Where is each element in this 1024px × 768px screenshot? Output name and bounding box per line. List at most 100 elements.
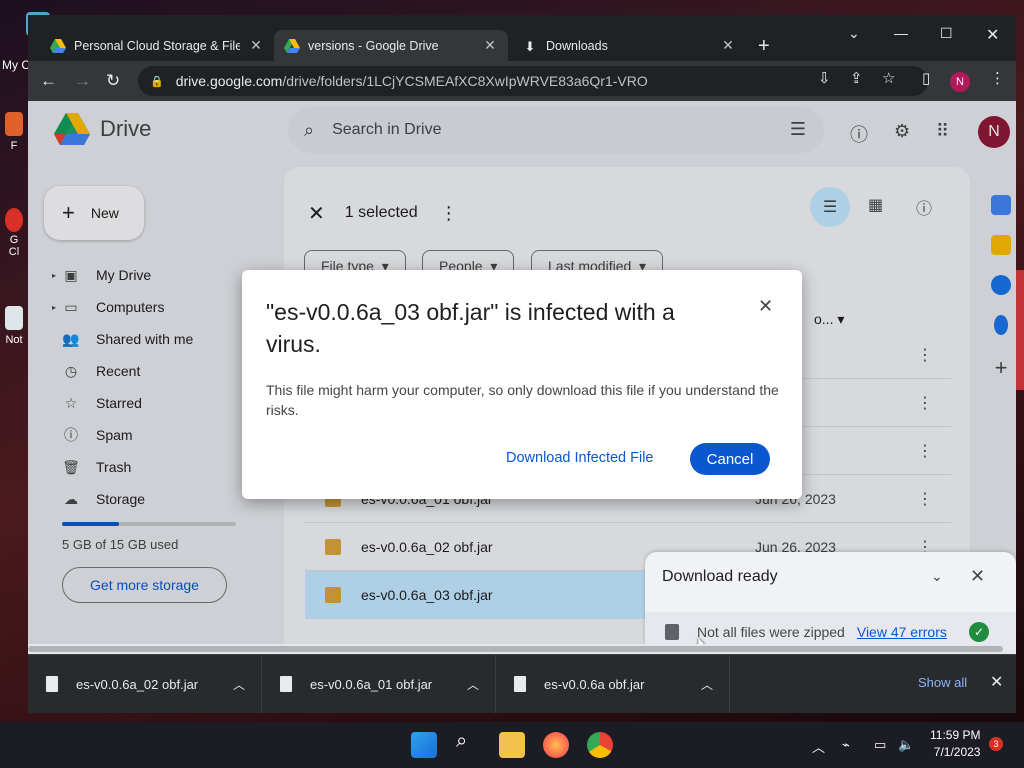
close-icon[interactable]: ✕ bbox=[970, 566, 985, 587]
minimize-button[interactable]: — bbox=[894, 25, 908, 41]
bookmark-star-icon[interactable]: ☆ bbox=[882, 69, 895, 87]
help-icon[interactable]: ⓘ bbox=[850, 121, 868, 147]
settings-gear-icon[interactable]: ⚙ bbox=[894, 121, 910, 142]
virus-warning-dialog: "es-v0.0.6a_03 obf.jar" is infected with… bbox=[242, 270, 802, 499]
tab-personal-cloud-storage[interactable]: Personal Cloud Storage & File Sh ✕ bbox=[40, 30, 274, 61]
search-options-icon[interactable]: ☰ bbox=[790, 119, 806, 140]
chrome-icon[interactable] bbox=[587, 732, 613, 758]
system-clock[interactable]: 11:59 PM 7/1/2023 bbox=[930, 727, 980, 761]
close-icon[interactable]: ✕ bbox=[248, 37, 264, 54]
tab-downloads[interactable]: ⬇ Downloads ✕ bbox=[512, 30, 746, 61]
storage-progress-fill bbox=[62, 522, 120, 526]
tab-versions-google-drive[interactable]: versions - Google Drive ✕ bbox=[274, 30, 508, 61]
download-item[interactable]: es-v0.0.6a_02 obf.jar ︿ bbox=[28, 655, 262, 713]
forward-button[interactable]: → bbox=[74, 71, 91, 91]
chevron-up-icon[interactable]: ︿ bbox=[467, 676, 479, 693]
add-addon-icon[interactable]: + bbox=[986, 355, 1016, 381]
search-icon[interactable]: ⌕ bbox=[456, 730, 482, 756]
scrollbar-thumb[interactable] bbox=[28, 646, 1003, 652]
file-explorer-icon[interactable] bbox=[499, 732, 525, 758]
calendar-icon[interactable] bbox=[991, 195, 1011, 215]
download-item[interactable]: es-v0.0.6a_01 obf.jar ︿ bbox=[262, 655, 496, 713]
plus-icon: + bbox=[62, 200, 75, 225]
account-avatar[interactable]: N bbox=[978, 116, 1010, 148]
sidebar-item-starred[interactable]: ☆ Starred bbox=[28, 387, 268, 419]
close-shelf-icon[interactable]: ✕ bbox=[990, 672, 1003, 692]
sidebar-item-computers[interactable]: ▸ ▭ Computers bbox=[28, 291, 268, 323]
close-icon[interactable]: ✕ bbox=[758, 296, 773, 317]
new-button[interactable]: + New bbox=[44, 186, 144, 240]
expand-arrow-icon[interactable]: ▸ bbox=[52, 303, 56, 312]
google-drive-favicon bbox=[284, 38, 300, 53]
close-window-button[interactable]: ✕ bbox=[986, 25, 999, 45]
sidebar-item-spam[interactable]: ⓘ Spam bbox=[28, 419, 268, 451]
keep-icon[interactable] bbox=[991, 235, 1011, 255]
file-icon bbox=[280, 676, 292, 692]
row-menu-icon[interactable]: ⋮ bbox=[917, 393, 933, 413]
drive-logo-text: Drive bbox=[100, 116, 152, 141]
sidebar-item-shared[interactable]: 👥 Shared with me bbox=[28, 323, 268, 355]
new-tab-button[interactable]: + bbox=[758, 35, 770, 58]
windows-start-icon[interactable] bbox=[411, 732, 437, 758]
chevron-up-icon[interactable]: ︿ bbox=[701, 676, 713, 693]
drive-logo[interactable]: Drive bbox=[54, 113, 151, 145]
column-header-modified[interactable]: o... ▾ bbox=[814, 311, 844, 328]
apps-grid-icon[interactable]: ⠿ bbox=[936, 121, 949, 142]
search-icon[interactable]: ⌕ bbox=[304, 120, 314, 141]
sidebar-item-recent[interactable]: ◷ Recent bbox=[28, 355, 268, 387]
desktop-icon-notepad[interactable]: Not bbox=[0, 306, 28, 346]
row-menu-icon[interactable]: ⋮ bbox=[917, 441, 933, 461]
sidebar-item-storage[interactable]: ☁ Storage bbox=[28, 483, 268, 515]
close-icon[interactable]: ✕ bbox=[720, 37, 736, 54]
grid-view-button[interactable]: ▦ bbox=[868, 195, 883, 215]
contacts-icon[interactable] bbox=[994, 315, 1008, 335]
shared-icon: 👥 bbox=[62, 330, 80, 347]
install-app-icon[interactable]: ⇩ bbox=[818, 69, 831, 87]
chevron-up-icon[interactable]: ︿ bbox=[233, 676, 245, 693]
row-menu-icon[interactable]: ⋮ bbox=[917, 489, 933, 509]
desktop-icon-app[interactable]: F bbox=[0, 112, 28, 152]
jar-file-icon bbox=[325, 587, 341, 603]
collapse-chevron-icon[interactable]: ⌄ bbox=[931, 568, 943, 585]
search-input[interactable]: ⌕ Search in Drive ☰ bbox=[288, 107, 824, 153]
more-actions-icon[interactable]: ⋮ bbox=[440, 203, 458, 224]
sidebar-item-trash[interactable]: 🗑 Trash bbox=[28, 451, 268, 483]
clear-selection-icon[interactable]: ✕ bbox=[308, 201, 325, 226]
lock-icon[interactable]: 🔒 bbox=[150, 75, 164, 88]
selection-bar: ✕ 1 selected ⋮ bbox=[304, 187, 950, 239]
maximize-button[interactable]: ☐ bbox=[940, 25, 953, 42]
my-drive-icon: ▣ bbox=[64, 266, 78, 283]
row-menu-icon[interactable]: ⋮ bbox=[917, 345, 933, 365]
tasks-icon[interactable] bbox=[991, 275, 1011, 295]
network-icon[interactable]: ⌁ bbox=[842, 737, 850, 753]
expand-arrow-icon[interactable]: ▸ bbox=[52, 271, 56, 280]
download-item[interactable]: es-v0.0.6a obf.jar ︿ bbox=[496, 655, 730, 713]
address-bar[interactable]: 🔒 drive.google.com /drive/folders/1LCjYC… bbox=[138, 66, 928, 96]
sidebar-item-my-drive[interactable]: ▸ ▣ My Drive bbox=[28, 259, 268, 291]
details-info-icon[interactable]: ⓘ bbox=[916, 195, 932, 219]
tab-search-chevron-icon[interactable]: ⌄ bbox=[848, 25, 860, 42]
show-all-button[interactable]: Show all bbox=[918, 675, 967, 690]
side-panel-icon[interactable]: ▯ bbox=[922, 69, 930, 87]
get-more-storage-button[interactable]: Get more storage bbox=[62, 567, 227, 603]
list-view-button[interactable]: ☰ bbox=[810, 187, 850, 227]
browser-menu-icon[interactable]: ⋮ bbox=[990, 69, 1005, 87]
view-errors-link[interactable]: View 47 errors bbox=[857, 624, 947, 640]
download-infected-file-button[interactable]: Download Infected File bbox=[506, 450, 654, 466]
horizontal-scrollbar[interactable] bbox=[28, 644, 1016, 654]
clock-date: 7/1/2023 bbox=[933, 745, 981, 759]
close-icon[interactable]: ✕ bbox=[482, 37, 498, 54]
tray-chevron-up-icon[interactable]: ︿ bbox=[812, 737, 825, 756]
cancel-button[interactable]: Cancel bbox=[690, 443, 770, 475]
file-icon bbox=[514, 676, 526, 692]
desktop-icon-chrome[interactable]: G Cl bbox=[0, 208, 28, 258]
volume-icon[interactable]: 🔈 bbox=[898, 737, 914, 753]
back-button[interactable]: ← bbox=[40, 71, 57, 91]
share-icon[interactable]: ⇪ bbox=[850, 69, 863, 87]
notification-badge[interactable]: 3 bbox=[989, 737, 1003, 751]
firefox-icon[interactable] bbox=[543, 732, 569, 758]
cloud-icon: ☁ bbox=[64, 490, 78, 507]
profile-avatar[interactable]: N bbox=[950, 72, 970, 92]
display-icon[interactable]: ▭ bbox=[874, 737, 886, 753]
reload-button[interactable]: ↻ bbox=[106, 71, 120, 91]
